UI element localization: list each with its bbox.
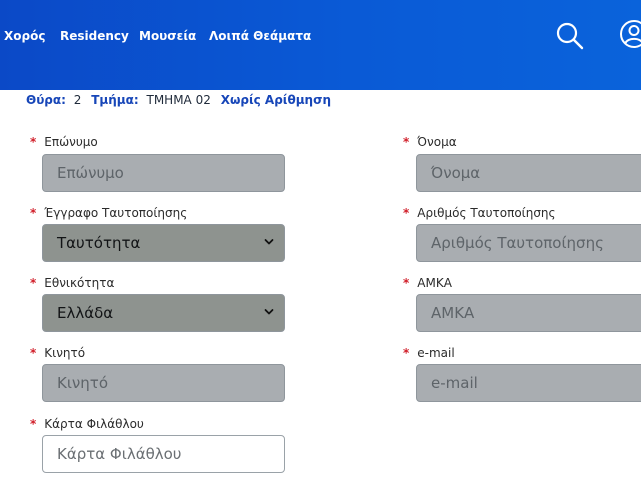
nationality-select[interactable]: Ελλάδα [42,294,285,332]
mobile-placeholder: Κινητό [57,374,109,392]
seating-type: Χωρίς Αρίθμηση [220,93,331,107]
required-marker: * [30,135,37,149]
nationality-label-text: Εθνικότητα [44,276,115,290]
surname-label: * Επώνυμο [30,135,98,149]
nav-item-other-shows[interactable]: Λοιπά Θεάματα [209,29,311,43]
fan-card-field[interactable]: Κάρτα Φιλάθλου [42,435,285,473]
gate-label: Θύρα: [26,93,66,107]
chevron-down-icon [264,309,274,315]
required-marker: * [30,346,37,360]
section-value: ΤΜΗΜΑ 02 [146,93,211,107]
fan-card-label-text: Κάρτα Φιλάθλου [44,417,144,431]
search-icon[interactable] [555,21,585,51]
id-number-label: * Αριθμός Ταυτοποίησης [403,206,556,220]
required-marker: * [403,206,410,220]
amka-placeholder: ΑΜΚΑ [431,304,475,322]
id-doc-label: * Έγγραφο Ταυτοποίησης [30,206,187,220]
email-placeholder: e-mail [431,374,478,392]
amka-field[interactable]: ΑΜΚΑ [416,294,641,332]
id-doc-select[interactable]: Ταυτότητα [42,224,285,262]
top-navigation-bar: Χορός Residency Μουσεία Λοιπά Θεάματα [0,0,641,90]
required-marker: * [403,346,410,360]
section-label: Τμήμα: [91,93,139,107]
amka-label: * ΑΜΚΑ [403,276,452,290]
id-number-field[interactable]: Αριθμός Ταυτοποίησης [416,224,641,262]
required-marker: * [403,276,410,290]
name-label: * Όνομα [403,135,457,149]
email-field[interactable]: e-mail [416,364,641,402]
email-label-text: e-mail [417,346,455,360]
name-label-text: Όνομα [417,135,457,149]
mobile-label: * Κινητό [30,346,85,360]
fan-card-label: * Κάρτα Φιλάθλου [30,417,144,431]
nav-item-museums[interactable]: Μουσεία [139,29,196,43]
nationality-selected-value: Ελλάδα [57,304,114,322]
id-doc-label-text: Έγγραφο Ταυτοποίησης [44,206,188,220]
mobile-field[interactable]: Κινητό [42,364,285,402]
fan-card-placeholder: Κάρτα Φιλάθλου [57,445,182,463]
nav-item-residency[interactable]: Residency [60,29,129,43]
required-marker: * [30,417,37,431]
required-marker: * [30,276,37,290]
surname-field[interactable]: Επώνυμο [42,154,285,192]
name-field[interactable]: Όνομα [416,154,641,192]
id-number-label-text: Αριθμός Ταυτοποίησης [417,206,556,220]
user-icon[interactable] [619,19,641,49]
chevron-down-icon [264,239,274,245]
amka-label-text: ΑΜΚΑ [417,276,452,290]
required-marker: * [30,206,37,220]
surname-label-text: Επώνυμο [44,135,98,149]
id-doc-selected-value: Ταυτότητα [57,234,141,252]
id-number-placeholder: Αριθμός Ταυτοποίησης [431,234,604,252]
surname-placeholder: Επώνυμο [57,164,124,182]
seat-info: Θύρα: 2 Τμήμα: ΤΜΗΜΑ 02 Χωρίς Αρίθμηση [26,93,331,107]
email-label: * e-mail [403,346,455,360]
required-marker: * [403,135,410,149]
nationality-label: * Εθνικότητα [30,276,114,290]
gate-value: 2 [73,93,82,107]
nav-item-dance[interactable]: Χορός [4,29,45,43]
mobile-label-text: Κινητό [44,346,86,360]
name-placeholder: Όνομα [431,164,481,182]
